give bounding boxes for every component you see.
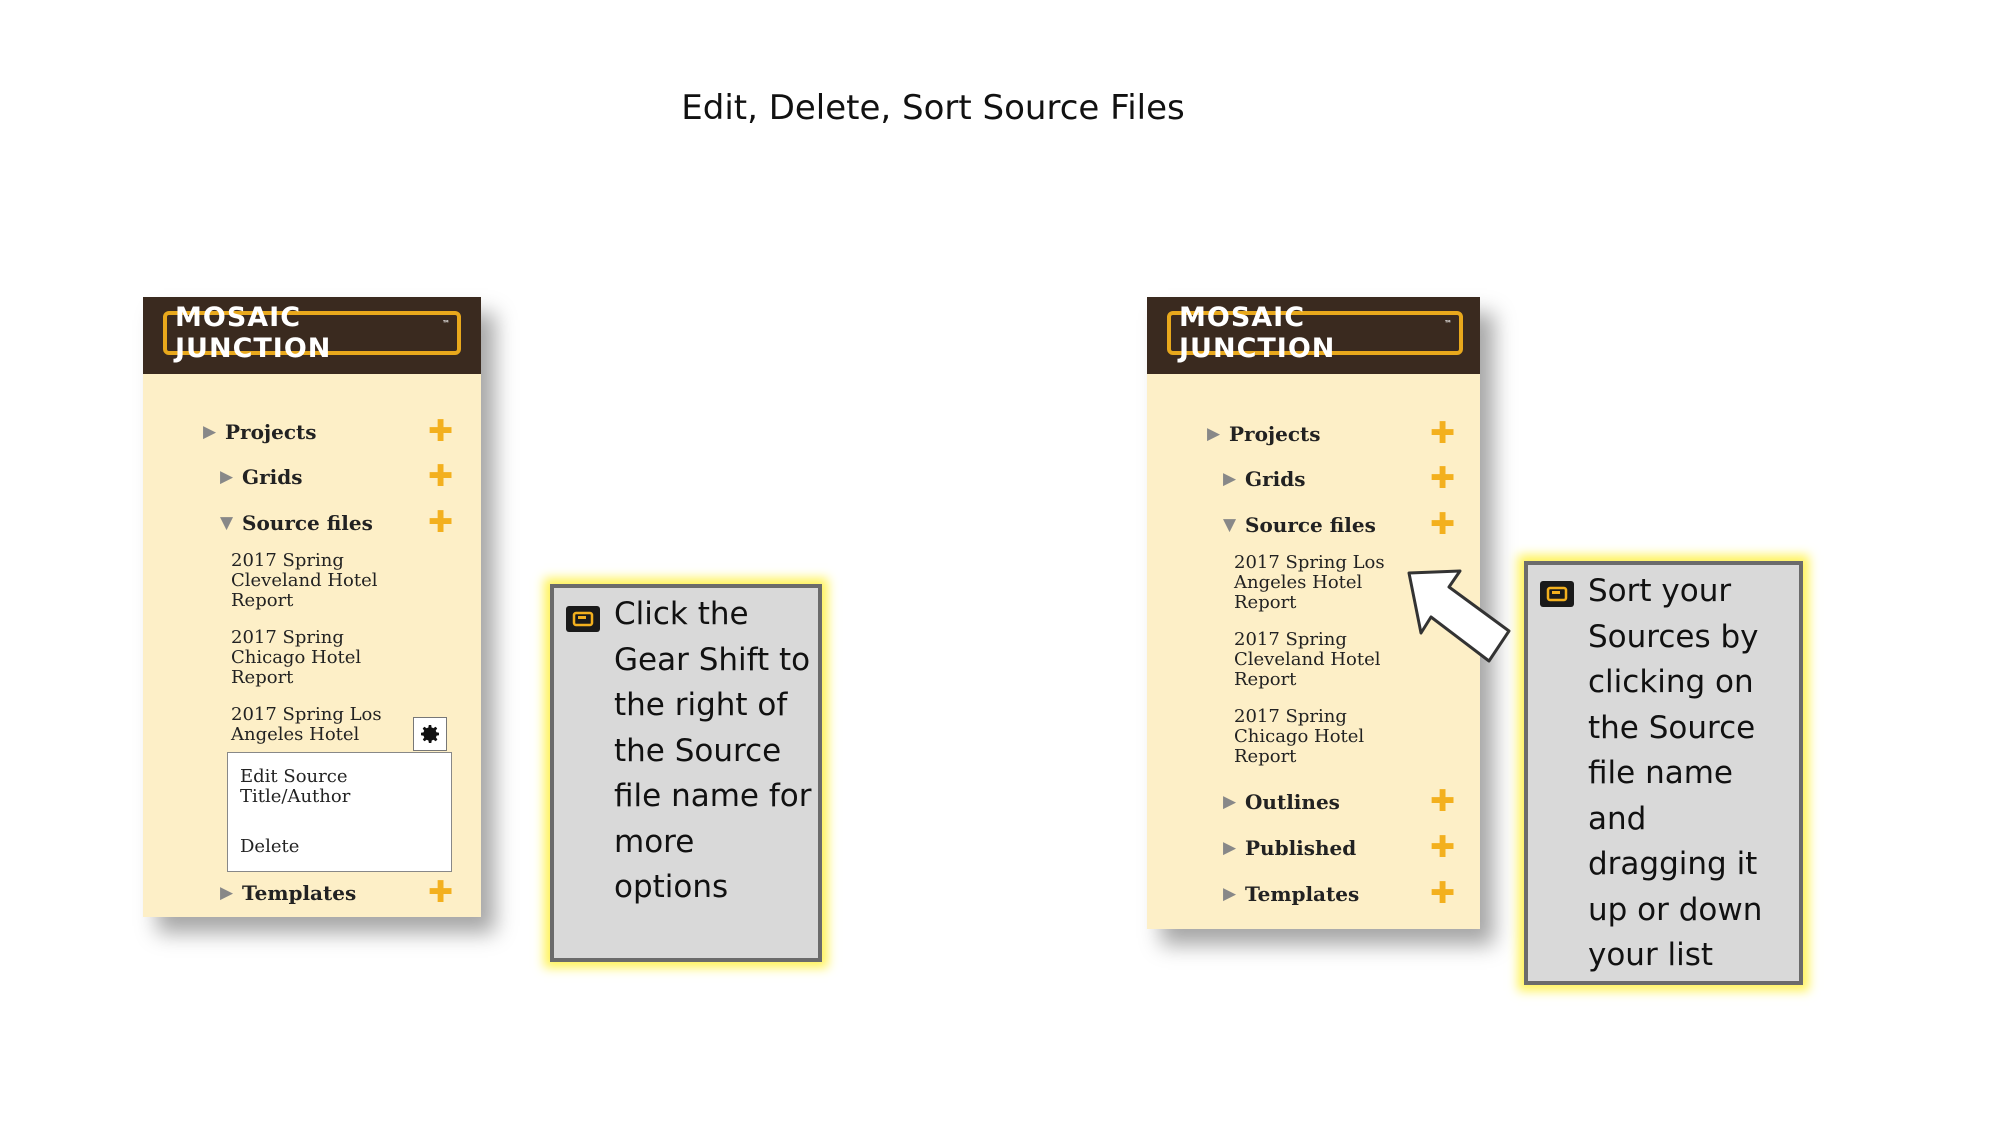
nav-item-grids[interactable]: ▶ Grids bbox=[220, 462, 302, 492]
nav-label-grids: Grids bbox=[242, 465, 303, 489]
logo-trademark: ™ bbox=[1444, 319, 1453, 328]
pointer-arrow-icon bbox=[1407, 569, 1511, 663]
gear-instruction-callout: Click the Gear Shift to the right of the… bbox=[550, 584, 822, 962]
logo-trademark: ™ bbox=[442, 319, 451, 328]
source-file-item[interactable]: 2017 Spring Chicago Hotel Report bbox=[231, 628, 421, 688]
add-published-plus-icon[interactable]: ✚ bbox=[1430, 833, 1455, 863]
nav-item-templates[interactable]: ▶ Templates bbox=[1223, 879, 1359, 909]
source-options-menu: Edit Source Title/Author Delete bbox=[227, 752, 452, 872]
source-file-item[interactable]: 2017 Spring Chicago Hotel Report bbox=[1234, 707, 1404, 767]
expand-triangle-icon[interactable]: ▶ bbox=[1223, 884, 1245, 904]
source-file-item[interactable]: 2017 Spring Cleveland Hotel Report bbox=[231, 551, 421, 611]
add-grid-plus-icon[interactable]: ✚ bbox=[428, 462, 453, 492]
logo-text: MOSAIC JUNCTION bbox=[1179, 302, 1336, 364]
nav-item-templates[interactable]: ▶ Templates bbox=[220, 878, 356, 908]
left-sidebar-panel: MOSAIC JUNCTION ™ ▶ Projects ✚ ▶ Grids ✚… bbox=[143, 297, 481, 917]
add-outline-plus-icon[interactable]: ✚ bbox=[1430, 787, 1455, 817]
add-grid-plus-icon[interactable]: ✚ bbox=[1430, 464, 1455, 494]
nav-item-source-files[interactable]: ▼ Source files bbox=[220, 508, 373, 538]
nav-label-templates: Templates bbox=[1245, 882, 1360, 906]
add-template-plus-icon[interactable]: ✚ bbox=[1430, 879, 1455, 909]
slide-icon-glyph bbox=[572, 611, 594, 627]
menu-item-delete[interactable]: Delete bbox=[240, 837, 299, 857]
nav-label-grids: Grids bbox=[1245, 467, 1306, 491]
nav-label-templates: Templates bbox=[242, 881, 357, 905]
expand-triangle-icon[interactable]: ▶ bbox=[203, 422, 225, 442]
logo-bar: MOSAIC JUNCTION ™ bbox=[1147, 297, 1480, 374]
expand-triangle-icon[interactable]: ▶ bbox=[1207, 424, 1229, 444]
nav-item-outlines[interactable]: ▶ Outlines bbox=[1223, 787, 1340, 817]
gear-icon bbox=[421, 725, 439, 743]
logo-bar: MOSAIC JUNCTION ™ bbox=[143, 297, 481, 374]
nav-item-grids[interactable]: ▶ Grids bbox=[1223, 464, 1305, 494]
expand-triangle-icon[interactable]: ▶ bbox=[220, 883, 242, 903]
callout-text: Click the Gear Shift to the right of the… bbox=[614, 596, 812, 905]
nav-label-projects: Projects bbox=[1229, 422, 1321, 446]
slide-icon bbox=[1540, 581, 1574, 607]
add-project-plus-icon[interactable]: ✚ bbox=[1430, 419, 1455, 449]
slide-icon bbox=[566, 606, 600, 632]
expand-triangle-icon[interactable]: ▶ bbox=[1223, 838, 1245, 858]
expand-triangle-icon[interactable]: ▶ bbox=[1223, 792, 1245, 812]
add-source-plus-icon[interactable]: ✚ bbox=[428, 508, 453, 538]
logo-text: MOSAIC JUNCTION bbox=[175, 302, 332, 364]
nav-item-projects[interactable]: ▶ Projects bbox=[1207, 419, 1321, 449]
menu-item-edit-source[interactable]: Edit Source Title/Author bbox=[240, 767, 380, 807]
nav-item-projects[interactable]: ▶ Projects bbox=[203, 417, 317, 447]
add-source-plus-icon[interactable]: ✚ bbox=[1430, 510, 1455, 540]
add-project-plus-icon[interactable]: ✚ bbox=[428, 417, 453, 447]
mosaic-junction-logo[interactable]: MOSAIC JUNCTION ™ bbox=[1167, 302, 1463, 364]
sort-instruction-callout: Sort your Sources by clicking on the Sou… bbox=[1524, 561, 1803, 985]
nav-label-published: Published bbox=[1245, 836, 1357, 860]
nav-item-source-files[interactable]: ▼ Source files bbox=[1223, 510, 1376, 540]
nav-label-projects: Projects bbox=[225, 420, 317, 444]
collapse-triangle-icon[interactable]: ▼ bbox=[1223, 515, 1245, 535]
source-file-item[interactable]: 2017 Spring Los Angeles Hotel bbox=[231, 705, 411, 745]
source-file-item[interactable]: 2017 Spring Los Angeles Hotel Report bbox=[1234, 553, 1404, 613]
nav-label-source-files: Source files bbox=[1245, 513, 1376, 537]
callout-text: Sort your Sources by clicking on the Sou… bbox=[1588, 573, 1763, 973]
add-template-plus-icon[interactable]: ✚ bbox=[428, 878, 453, 908]
expand-triangle-icon[interactable]: ▶ bbox=[1223, 469, 1245, 489]
nav-label-outlines: Outlines bbox=[1245, 790, 1340, 814]
expand-triangle-icon[interactable]: ▶ bbox=[220, 467, 242, 487]
mosaic-junction-logo[interactable]: MOSAIC JUNCTION ™ bbox=[163, 302, 461, 364]
slide-title: Edit, Delete, Sort Source Files bbox=[681, 88, 1185, 128]
source-file-item[interactable]: 2017 Spring Cleveland Hotel Report bbox=[1234, 630, 1404, 690]
collapse-triangle-icon[interactable]: ▼ bbox=[220, 513, 242, 533]
slide-icon-glyph bbox=[1546, 586, 1568, 602]
nav-label-source-files: Source files bbox=[242, 511, 373, 535]
nav-item-published[interactable]: ▶ Published bbox=[1223, 833, 1356, 863]
gear-button[interactable] bbox=[413, 717, 447, 751]
